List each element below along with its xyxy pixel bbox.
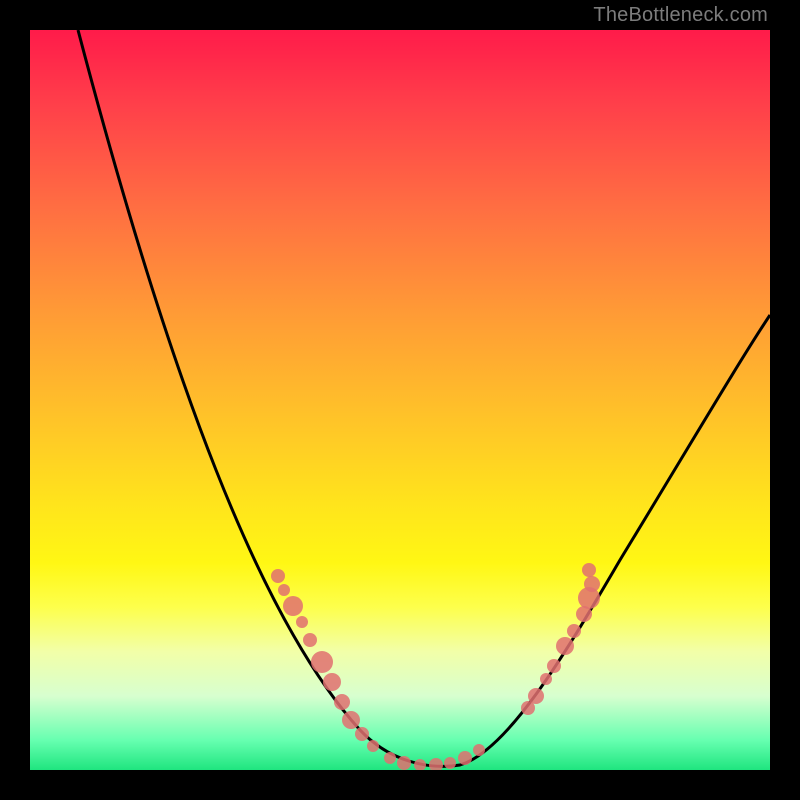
chart-plot-area (30, 30, 770, 770)
data-marker (311, 651, 333, 673)
data-marker (303, 633, 317, 647)
data-marker (473, 744, 485, 756)
data-marker (355, 727, 369, 741)
data-marker (556, 637, 574, 655)
watermark-text: TheBottleneck.com (593, 4, 768, 27)
data-marker (414, 759, 426, 770)
bottleneck-curve (78, 30, 770, 766)
marker-cluster-left (271, 569, 379, 752)
data-marker (547, 659, 561, 673)
data-marker (397, 756, 411, 770)
data-marker (444, 757, 456, 769)
data-marker (323, 673, 341, 691)
data-marker (584, 576, 600, 592)
data-marker (528, 688, 544, 704)
data-marker (458, 751, 472, 765)
data-marker (367, 740, 379, 752)
data-marker (567, 624, 581, 638)
chart-svg (30, 30, 770, 770)
data-marker (334, 694, 350, 710)
marker-cluster-right (521, 563, 600, 715)
data-marker (271, 569, 285, 583)
data-marker (342, 711, 360, 729)
data-marker (429, 758, 443, 770)
data-marker (278, 584, 290, 596)
data-marker (283, 596, 303, 616)
data-marker (582, 563, 596, 577)
data-marker (540, 673, 552, 685)
data-marker (296, 616, 308, 628)
outer-frame: TheBottleneck.com (0, 0, 800, 800)
data-marker (384, 752, 396, 764)
